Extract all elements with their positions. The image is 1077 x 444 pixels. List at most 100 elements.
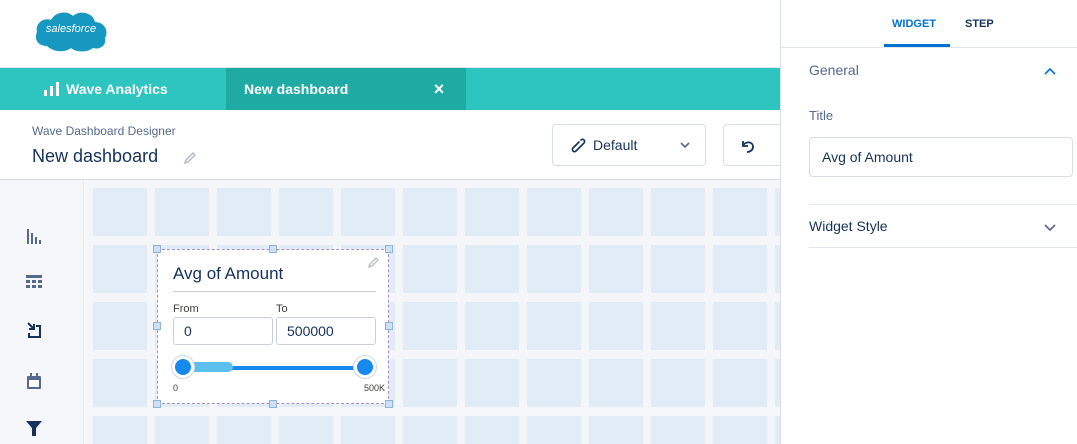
section-general-header[interactable]: General [809, 62, 859, 78]
dashboard-title: New dashboard [32, 146, 159, 166]
compare-icon[interactable] [24, 320, 44, 340]
grid-cell [403, 302, 457, 350]
section-divider [809, 247, 1077, 248]
section-widget-style-header[interactable]: Widget Style [809, 218, 888, 234]
calendar-icon[interactable] [24, 371, 44, 391]
widget-toolbox [0, 180, 84, 444]
grid-cell [527, 188, 581, 236]
salesforce-logo[interactable]: salesforce [33, 8, 109, 54]
range-max-knob[interactable] [354, 356, 376, 378]
grid-cell [713, 188, 767, 236]
paperclip-icon [571, 138, 586, 153]
logo-text: salesforce [45, 23, 97, 35]
theme-default-label: Default [593, 137, 638, 153]
resize-handle[interactable] [269, 245, 277, 253]
table-icon[interactable] [24, 272, 44, 292]
grid-cell [589, 416, 643, 444]
app-tab-wave-analytics[interactable]: Wave Analytics [0, 68, 226, 110]
grid-cell [465, 188, 519, 236]
grid-cell [279, 416, 333, 444]
grid-cell [341, 188, 395, 236]
resize-handle[interactable] [385, 400, 393, 408]
resize-handle[interactable] [385, 322, 393, 330]
to-label: To [276, 303, 288, 315]
tab-step[interactable]: STEP [965, 18, 994, 30]
undo-button[interactable] [723, 124, 780, 166]
grid-cell [155, 416, 209, 444]
wave-dashboard-designer: salesforce Wave Analytics New dashboard … [0, 0, 1077, 444]
grid-cell [713, 359, 767, 407]
tab-label: New dashboard [244, 81, 349, 97]
title-field[interactable]: Avg of Amount [809, 137, 1073, 177]
grid-cell [217, 416, 271, 444]
app-tab-bar: Wave Analytics New dashboard × [0, 68, 780, 110]
resize-handle[interactable] [153, 322, 161, 330]
grid-cell [93, 359, 147, 407]
from-label: From [173, 303, 199, 315]
designer-subtitle: Wave Dashboard Designer [32, 124, 176, 138]
global-header: salesforce [0, 0, 780, 68]
grid-cell [465, 245, 519, 293]
section-divider [809, 204, 1077, 205]
grid-cell [651, 359, 705, 407]
chevron-down-icon[interactable] [1043, 220, 1057, 234]
grid-cell [527, 359, 581, 407]
grid-cell [93, 245, 147, 293]
widget-title-underline [173, 291, 376, 292]
chevron-down-icon [680, 142, 690, 149]
grid-cell [403, 359, 457, 407]
grid-cell [279, 188, 333, 236]
grid-cell [651, 188, 705, 236]
grid-cell [527, 416, 581, 444]
grid-cell [651, 245, 705, 293]
filter-icon[interactable] [24, 418, 44, 438]
theme-default-dropdown[interactable]: Default [552, 124, 706, 166]
widget-title: Avg of Amount [173, 264, 284, 283]
grid-cell [93, 302, 147, 350]
grid-cell [93, 188, 147, 236]
resize-handle[interactable] [153, 245, 161, 253]
grid-cell [403, 245, 457, 293]
grid-cell [341, 416, 395, 444]
range-min-knob[interactable] [172, 356, 194, 378]
properties-panel: WIDGET STEP General Title Avg of Amount … [780, 0, 1077, 444]
grid-cell [217, 188, 271, 236]
to-input[interactable]: 500000 [276, 317, 376, 345]
tab-widget[interactable]: WIDGET [892, 18, 936, 30]
grid-cell [589, 245, 643, 293]
widget-edit-pencil-icon[interactable] [368, 256, 380, 268]
chevron-up-icon[interactable] [1043, 65, 1057, 79]
grid-cell [155, 188, 209, 236]
grid-cell [465, 359, 519, 407]
range-max-label: 500K [364, 383, 386, 393]
close-tab-icon[interactable]: × [430, 79, 448, 99]
designer-area: salesforce Wave Analytics New dashboard … [0, 0, 780, 444]
title-field-label: Title [809, 108, 834, 123]
undo-icon [742, 141, 754, 153]
grid-cell [589, 188, 643, 236]
tabs-divider [781, 47, 1077, 48]
tab-new-dashboard[interactable]: New dashboard × [226, 68, 466, 110]
range-filter-widget[interactable]: Avg of Amount From To 0 500000 0 500K [153, 245, 393, 408]
grid-cell [651, 416, 705, 444]
grid-cell [589, 302, 643, 350]
grid-cell [713, 416, 767, 444]
grid-cell [651, 302, 705, 350]
grid-cell [713, 245, 767, 293]
grid-cell [93, 416, 147, 444]
chart-icon[interactable] [24, 226, 44, 246]
grid-cell [589, 359, 643, 407]
app-tab-label: Wave Analytics [66, 81, 168, 97]
from-input[interactable]: 0 [173, 317, 273, 345]
grid-cell [527, 245, 581, 293]
resize-handle[interactable] [269, 400, 277, 408]
resize-handle[interactable] [153, 400, 161, 408]
grid-cell [403, 188, 457, 236]
resize-handle[interactable] [385, 245, 393, 253]
grid-cell [713, 302, 767, 350]
grid-cell [527, 302, 581, 350]
grid-cell [465, 302, 519, 350]
range-min-label: 0 [173, 383, 179, 393]
grid-cell [403, 416, 457, 444]
edit-title-pencil-icon[interactable] [182, 150, 198, 166]
